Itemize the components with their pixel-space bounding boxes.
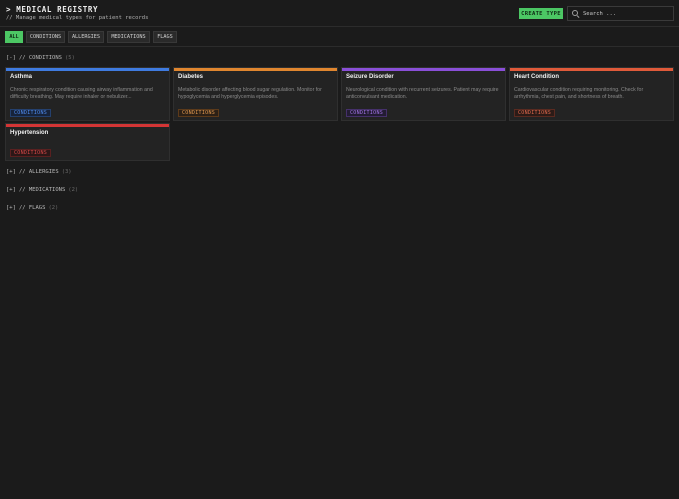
card-title: Diabetes (178, 74, 204, 80)
section-header-flags[interactable]: [+] // FLAGS (2) (6, 205, 58, 211)
page-title: > MEDICAL REGISTRY (6, 5, 99, 14)
card-description: Chronic respiratory condition causing ai… (10, 87, 153, 100)
card-heart-condition[interactable]: Heart Condition Cardiovascular condition… (509, 67, 674, 121)
card-description: Metabolic disorder affecting blood sugar… (178, 87, 322, 100)
section-header-medications[interactable]: [+] // MEDICATIONS (2) (6, 187, 78, 193)
section-count: (3) (61, 169, 72, 175)
filter-flags[interactable]: FLAGS (153, 31, 177, 43)
filter-bar: ALL CONDITIONS ALLERGIES MEDICATIONS FLA… (0, 27, 679, 47)
section-header-conditions[interactable]: [-] // CONDITIONS (5) (6, 55, 75, 61)
section-label: // MEDICATIONS (18, 187, 66, 193)
card-seizure-disorder[interactable]: Seizure Disorder Neurological condition … (341, 67, 506, 121)
search-box[interactable] (567, 6, 674, 21)
section-toggle: [+] (6, 187, 16, 193)
card-color-bar (342, 68, 505, 71)
card-tag: CONDITIONS (178, 109, 220, 117)
card-hypertension[interactable]: Hypertension CONDITIONS (5, 123, 170, 161)
card-tag: CONDITIONS (346, 109, 388, 117)
card-diabetes[interactable]: Diabetes Metabolic disorder affecting bl… (173, 67, 338, 121)
section-toggle: [+] (6, 169, 16, 175)
card-title: Seizure Disorder (346, 74, 394, 80)
page-subtitle: // Manage medical types for patient reco… (6, 15, 149, 21)
search-icon (572, 10, 579, 17)
card-color-bar (174, 68, 337, 71)
card-title: Asthma (10, 74, 33, 80)
section-count: (2) (48, 205, 59, 211)
filter-allergies[interactable]: ALLERGIES (68, 31, 104, 43)
filter-all[interactable]: ALL (5, 31, 23, 43)
card-tag: CONDITIONS (514, 109, 556, 117)
section-toggle: [-] (6, 55, 16, 61)
section-header-allergies[interactable]: [+] // ALLERGIES (3) (6, 169, 72, 175)
card-color-bar (6, 68, 169, 71)
filter-medications[interactable]: MEDICATIONS (107, 31, 150, 43)
section-label: // ALLERGIES (18, 169, 59, 175)
card-description: Cardiovascular condition requiring monit… (514, 87, 644, 100)
create-type-button[interactable]: CREATE TYPE (519, 8, 563, 19)
card-title: Heart Condition (514, 74, 559, 80)
section-label: // FLAGS (18, 205, 46, 211)
card-tag: CONDITIONS (10, 149, 52, 157)
card-title: Hypertension (10, 130, 49, 136)
section-label: // CONDITIONS (18, 55, 62, 61)
section-toggle: [+] (6, 205, 16, 211)
search-input[interactable] (583, 10, 673, 17)
card-asthma[interactable]: Asthma Chronic respiratory condition cau… (5, 67, 170, 121)
page-header: > MEDICAL REGISTRY // Manage medical typ… (0, 0, 679, 27)
section-count: (2) (68, 187, 79, 193)
card-tag: CONDITIONS (10, 109, 52, 117)
filter-conditions[interactable]: CONDITIONS (26, 31, 65, 43)
section-count: (5) (64, 55, 75, 61)
card-color-bar (6, 124, 169, 127)
card-description: Neurological condition with recurrent se… (346, 87, 499, 100)
card-color-bar (510, 68, 673, 71)
